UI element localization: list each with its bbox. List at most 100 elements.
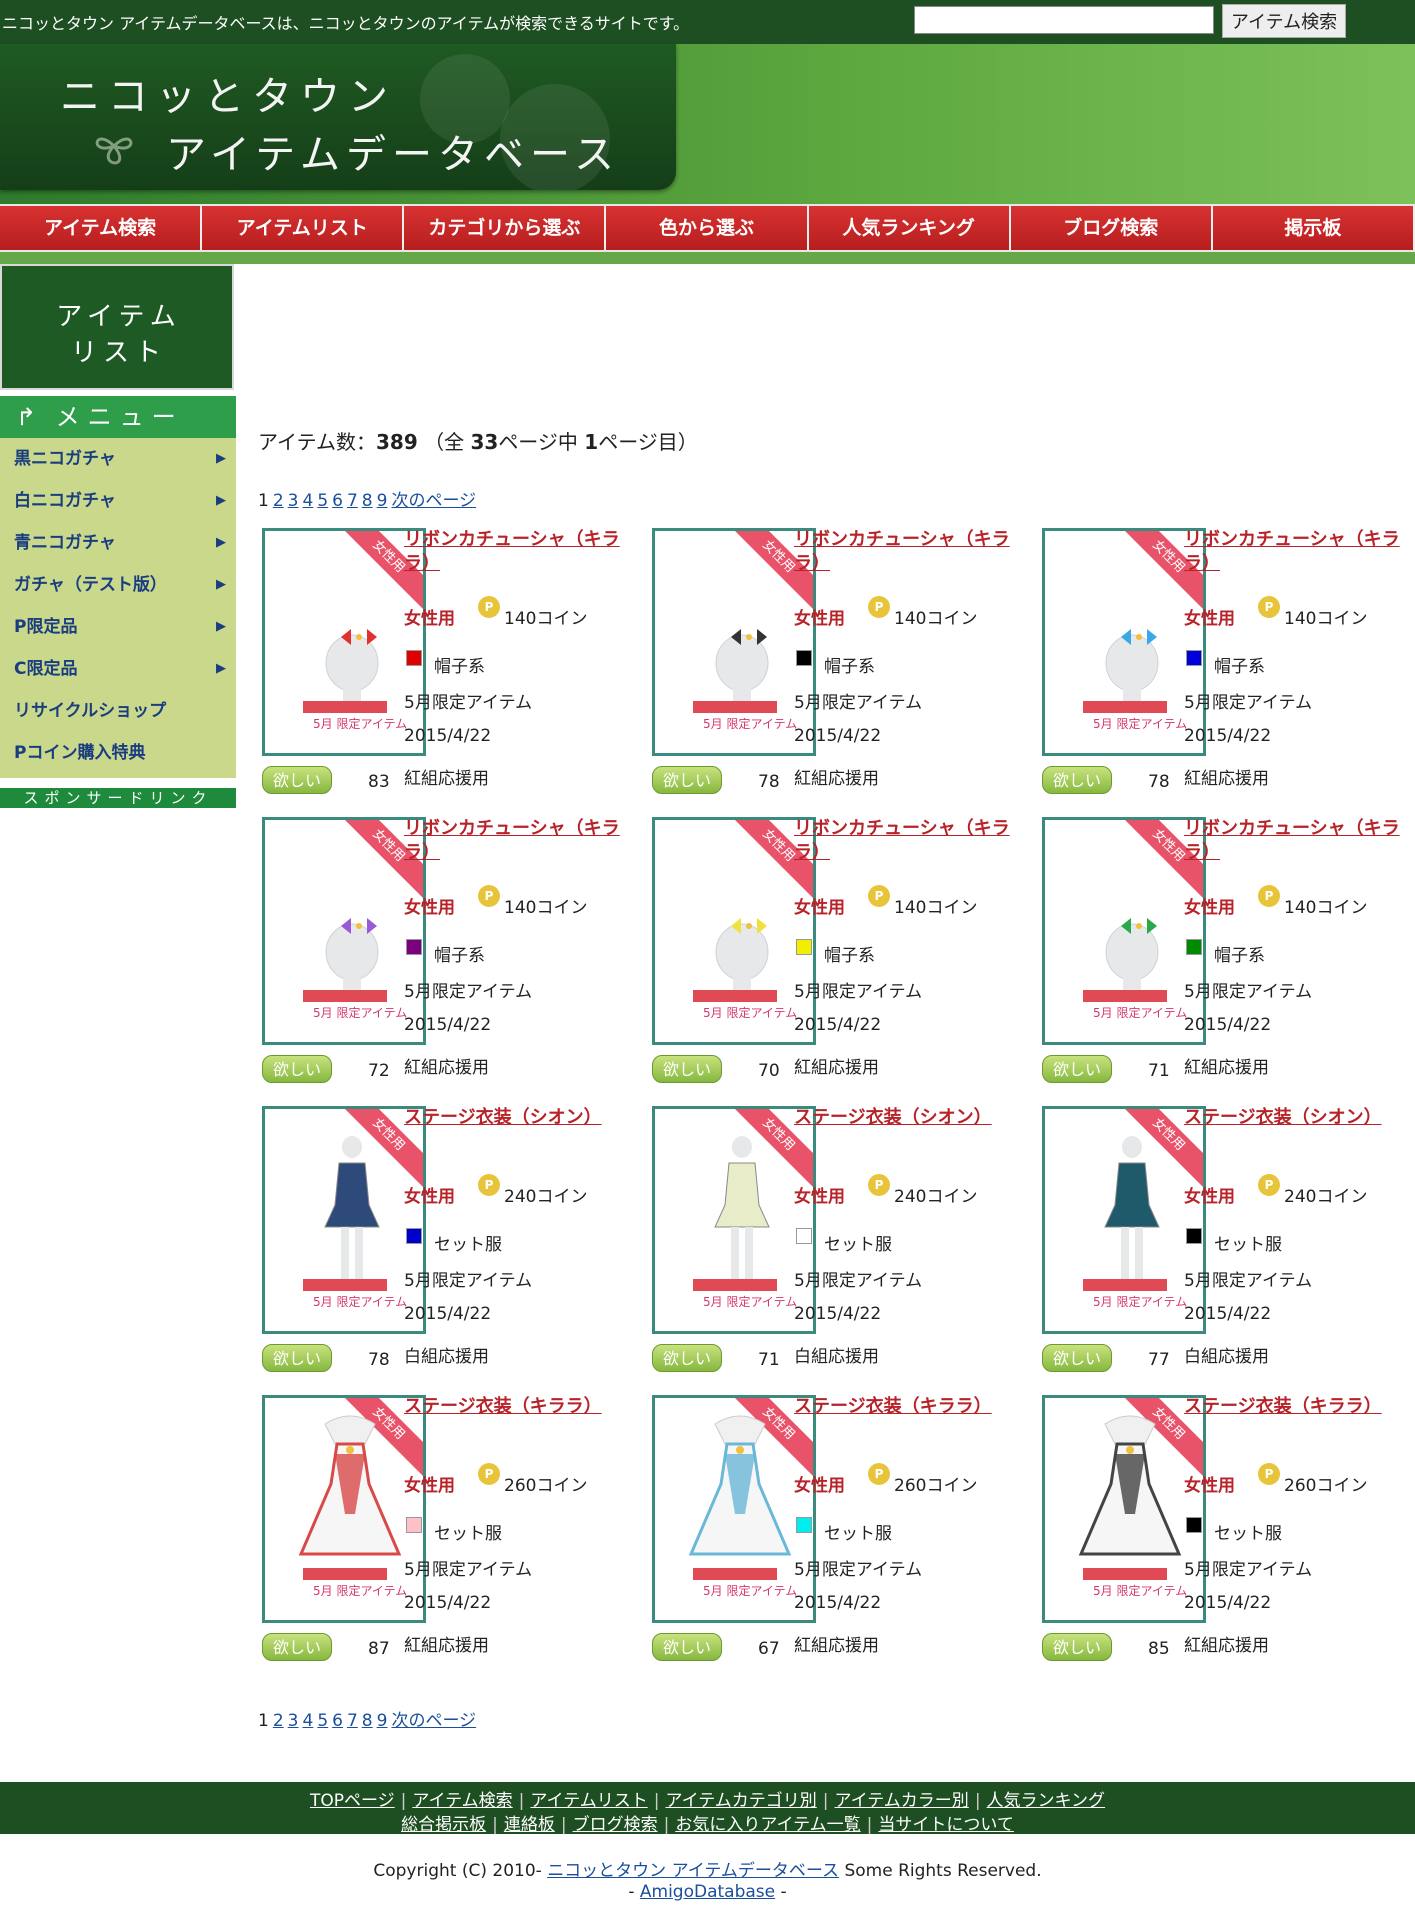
pager-link-8[interactable]: 8 xyxy=(362,1711,373,1731)
pager-link-5[interactable]: 5 xyxy=(317,491,328,511)
pager-next-link[interactable]: 次のページ xyxy=(391,491,476,511)
item-thumbnail[interactable]: 女性用 5月 限定アイテム xyxy=(652,528,816,756)
footer-link[interactable]: アイテムカテゴリ別 xyxy=(665,1791,816,1811)
nav-item-4[interactable]: 人気ランキング xyxy=(808,206,1011,250)
site-logo[interactable]: ニコッとタウン アイテムデータベース xyxy=(0,44,676,190)
want-button[interactable]: 欲しい xyxy=(652,1633,722,1661)
color-swatch[interactable] xyxy=(1186,1517,1202,1533)
sidebar-item[interactable]: ガチャ（テスト版） ▶ xyxy=(0,564,236,606)
want-button[interactable]: 欲しい xyxy=(1042,1633,1112,1661)
item-name-link[interactable]: リボンカチューシャ（キララ） xyxy=(794,817,1014,865)
chevron-right-icon: ▶ xyxy=(216,493,226,508)
nav-item-5[interactable]: ブログ検索 xyxy=(1010,206,1213,250)
pager-link-3[interactable]: 3 xyxy=(288,491,299,511)
color-swatch[interactable] xyxy=(406,1517,422,1533)
nav-item-0[interactable]: アイテム検索 xyxy=(0,206,203,250)
want-button[interactable]: 欲しい xyxy=(262,766,332,794)
pager-link-9[interactable]: 9 xyxy=(377,1711,388,1731)
sidebar-item[interactable]: 青ニコガチャ ▶ xyxy=(0,522,236,564)
pager-link-7[interactable]: 7 xyxy=(347,491,358,511)
nav-item-1[interactable]: アイテムリスト xyxy=(202,206,405,250)
item-name-link[interactable]: ステージ衣装（キララ） xyxy=(1184,1395,1404,1419)
color-swatch[interactable] xyxy=(1186,939,1202,955)
item-name-link[interactable]: ステージ衣装（シオン） xyxy=(794,1106,1014,1130)
footer-link[interactable]: アイテムリスト xyxy=(530,1791,647,1811)
item-name-link[interactable]: ステージ衣装（シオン） xyxy=(1184,1106,1404,1130)
item-thumbnail[interactable]: 女性用 5月 限定アイテム xyxy=(1042,817,1206,1045)
item-name-link[interactable]: リボンカチューシャ（キララ） xyxy=(1184,528,1404,576)
footer-link[interactable]: 連絡板 xyxy=(504,1815,555,1835)
item-name-link[interactable]: ステージ衣装（キララ） xyxy=(794,1395,1014,1419)
copyright-site-link[interactable]: ニコッとタウン アイテムデータベース xyxy=(547,1861,839,1881)
item-name-link[interactable]: ステージ衣装（キララ） xyxy=(404,1395,624,1419)
pager-link-7[interactable]: 7 xyxy=(347,1711,358,1731)
want-button[interactable]: 欲しい xyxy=(652,766,722,794)
want-button[interactable]: 欲しい xyxy=(1042,1344,1112,1372)
item-name-link[interactable]: リボンカチューシャ（キララ） xyxy=(404,528,624,576)
want-button[interactable]: 欲しい xyxy=(652,1344,722,1372)
footer-link[interactable]: アイテム検索 xyxy=(412,1791,512,1811)
pager-link-4[interactable]: 4 xyxy=(302,491,313,511)
search-input[interactable] xyxy=(914,6,1214,34)
footer-link[interactable]: 人気ランキング xyxy=(987,1791,1106,1811)
item-thumbnail[interactable]: 女性用 5月 限定アイテム xyxy=(1042,1106,1206,1334)
footer-link[interactable]: お気に入りアイテム一覧 xyxy=(675,1815,860,1835)
sidebar-item[interactable]: 白ニコガチャ ▶ xyxy=(0,480,236,522)
pager-link-9[interactable]: 9 xyxy=(377,491,388,511)
pager-link-3[interactable]: 3 xyxy=(288,1711,299,1731)
item-thumbnail[interactable]: 女性用 5月 限定アイテム xyxy=(262,817,426,1045)
nav-item-3[interactable]: 色から選ぶ xyxy=(606,206,809,250)
color-swatch[interactable] xyxy=(796,650,812,666)
color-swatch[interactable] xyxy=(406,1228,422,1244)
sidebar-item[interactable]: 黒ニコガチャ ▶ xyxy=(0,438,236,480)
pager-link-2[interactable]: 2 xyxy=(273,1711,284,1731)
item-thumbnail[interactable]: 女性用 5月 限定アイテム xyxy=(262,1106,426,1334)
color-swatch[interactable] xyxy=(796,1228,812,1244)
item-thumbnail[interactable]: 女性用 5月 限定アイテム xyxy=(1042,528,1206,756)
footer-link[interactable]: TOPページ xyxy=(310,1791,395,1811)
footer-link[interactable]: 当サイトについて xyxy=(878,1815,1014,1835)
want-button[interactable]: 欲しい xyxy=(1042,766,1112,794)
color-swatch[interactable] xyxy=(406,939,422,955)
footer-link[interactable]: アイテムカラー別 xyxy=(835,1791,969,1811)
pager-link-8[interactable]: 8 xyxy=(362,491,373,511)
item-thumbnail[interactable]: 女性用 5月 限定アイテム xyxy=(652,1395,816,1623)
item-thumbnail[interactable]: 女性用 5月 限定アイテム xyxy=(1042,1395,1206,1623)
sidebar-item[interactable]: Pコイン購入特典 xyxy=(0,732,236,774)
want-button[interactable]: 欲しい xyxy=(262,1055,332,1083)
item-thumbnail[interactable]: 女性用 5月 限定アイテム xyxy=(652,817,816,1045)
pager-link-2[interactable]: 2 xyxy=(273,491,284,511)
pager-link-6[interactable]: 6 xyxy=(332,1711,343,1731)
want-button[interactable]: 欲しい xyxy=(262,1633,332,1661)
item-name-link[interactable]: リボンカチューシャ（キララ） xyxy=(794,528,1014,576)
footer-link[interactable]: 総合掲示板 xyxy=(401,1815,486,1835)
pager-link-5[interactable]: 5 xyxy=(317,1711,328,1731)
item-category: 帽子系 xyxy=(434,657,485,677)
item-name-link[interactable]: ステージ衣装（シオン） xyxy=(404,1106,624,1130)
item-name-link[interactable]: リボンカチューシャ（キララ） xyxy=(1184,817,1404,865)
pager-next-link[interactable]: 次のページ xyxy=(391,1711,476,1731)
nav-item-6[interactable]: 掲示板 xyxy=(1212,206,1415,250)
item-thumbnail[interactable]: 女性用 5月 限定アイテム xyxy=(262,528,426,756)
want-button[interactable]: 欲しい xyxy=(1042,1055,1112,1083)
color-swatch[interactable] xyxy=(406,650,422,666)
sidebar-item[interactable]: C限定品 ▶ xyxy=(0,648,236,690)
sidebar-item[interactable]: P限定品 ▶ xyxy=(0,606,236,648)
color-swatch[interactable] xyxy=(796,939,812,955)
item-price: 260コイン xyxy=(1284,1476,1368,1496)
color-swatch[interactable] xyxy=(796,1517,812,1533)
pager-link-4[interactable]: 4 xyxy=(302,1711,313,1731)
amigo-database-link[interactable]: AmigoDatabase xyxy=(640,1882,775,1902)
pager-link-6[interactable]: 6 xyxy=(332,491,343,511)
want-button[interactable]: 欲しい xyxy=(652,1055,722,1083)
item-name-link[interactable]: リボンカチューシャ（キララ） xyxy=(404,817,624,865)
item-thumbnail[interactable]: 女性用 5月 限定アイテム xyxy=(262,1395,426,1623)
sidebar-item[interactable]: リサイクルショップ xyxy=(0,690,236,732)
color-swatch[interactable] xyxy=(1186,650,1202,666)
item-search-button[interactable]: アイテム検索 xyxy=(1222,4,1346,38)
want-button[interactable]: 欲しい xyxy=(262,1344,332,1372)
color-swatch[interactable] xyxy=(1186,1228,1202,1244)
nav-item-2[interactable]: カテゴリから選ぶ xyxy=(404,206,607,250)
item-thumbnail[interactable]: 女性用 5月 限定アイテム xyxy=(652,1106,816,1334)
footer-link[interactable]: ブログ検索 xyxy=(573,1815,658,1835)
